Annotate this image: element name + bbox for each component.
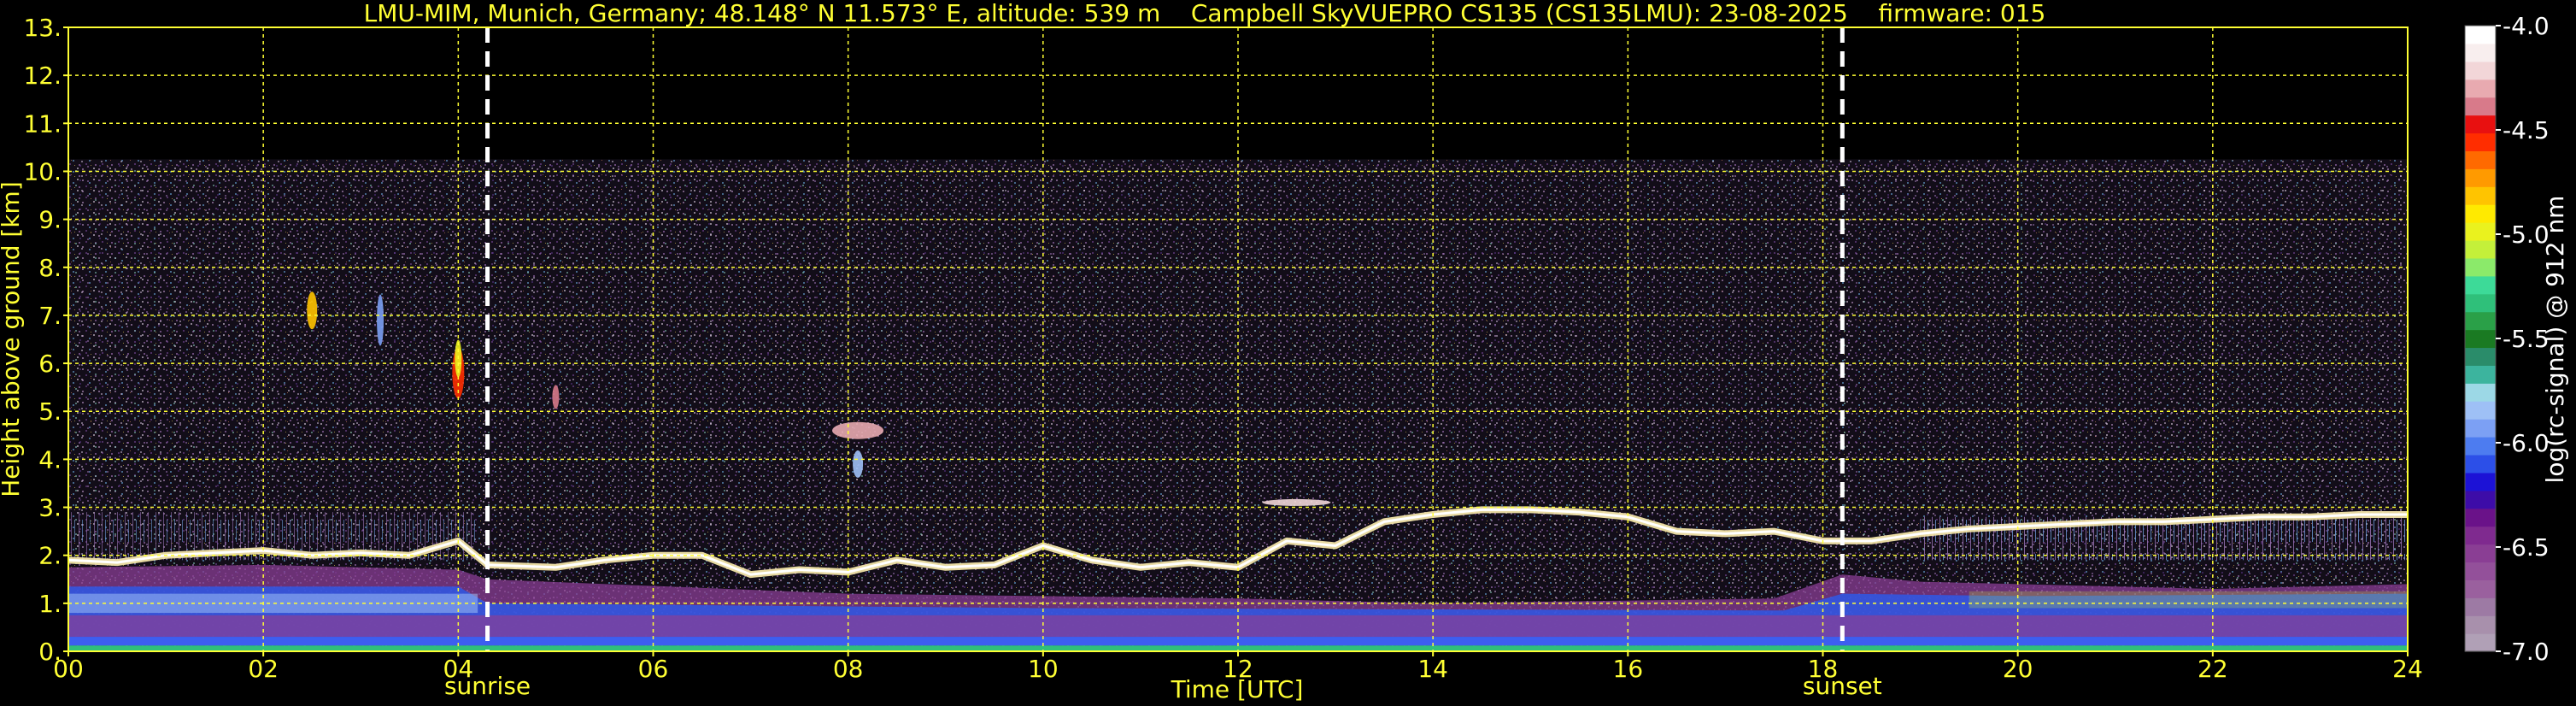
x-tick-label: 06 <box>638 655 669 683</box>
x-tick-label: 04 <box>443 655 474 683</box>
colorbar-swatch <box>2465 186 2496 205</box>
chart-title: LMU-MIM, Munich, Germany; 48.148° N 11.5… <box>363 0 2046 27</box>
colorbar-swatch <box>2465 204 2496 223</box>
ceilometer-chart: sunrise sunset00 02 04 06 08 10 12 14 16 18 20 22 240… <box>0 12 2569 703</box>
colorbar-swatch <box>2465 365 2496 384</box>
colorbar-swatch <box>2465 97 2496 116</box>
x-tick-label: 08 <box>833 655 864 683</box>
cloud-feature <box>307 291 318 330</box>
colorbar-swatch <box>2465 419 2496 438</box>
colorbar-swatch <box>2465 275 2496 295</box>
colorbar-swatch <box>2465 257 2496 277</box>
colorbar-swatch <box>2465 222 2496 241</box>
y-tick-label: 7. <box>38 302 62 330</box>
colorbar-tick-label: -6.5 <box>2503 533 2550 562</box>
colorbar-swatch <box>2465 132 2496 151</box>
y-tick-label: 12. <box>23 62 62 90</box>
x-tick-label: 20 <box>2003 655 2033 683</box>
colorbar-swatch <box>2465 597 2496 616</box>
colorbar-tick-label: -4.0 <box>2503 12 2550 40</box>
colorbar: -4.0-4.5-5.0-5.5-6.0-6.5-7.0log(rc-signa… <box>2464 12 2569 666</box>
y-tick-label: 11. <box>23 109 62 138</box>
aerosol-layer <box>1969 591 2408 609</box>
x-tick-label: 22 <box>2198 655 2228 683</box>
colorbar-swatch <box>2465 633 2496 652</box>
colorbar-swatch <box>2465 26 2496 44</box>
colorbar-swatch <box>2465 580 2496 598</box>
colorbar-swatch <box>2465 472 2496 491</box>
colorbar-swatch <box>2465 454 2496 474</box>
plot-area: sunrise sunset00 02 04 06 08 10 12 14 16 18 20 22 240… <box>0 14 2423 703</box>
colorbar-swatch <box>2465 329 2496 349</box>
colorbar-swatch <box>2465 168 2496 187</box>
aerosol-layer <box>68 593 478 614</box>
y-tick-label: 6. <box>38 350 62 378</box>
cloud-feature <box>853 450 864 478</box>
colorbar-swatch <box>2465 526 2496 545</box>
colorbar-swatch <box>2465 544 2496 563</box>
cloud-feature <box>552 385 560 409</box>
x-tick-label: 14 <box>1417 655 1448 683</box>
colorbar-swatch <box>2465 293 2496 313</box>
colorbar-swatch <box>2465 615 2496 634</box>
colorbar-swatch <box>2465 115 2496 134</box>
colorbar-label: log(rc-signal) @ 912 nm <box>2541 196 2569 484</box>
colorbar-tick-label: -4.5 <box>2503 116 2550 144</box>
colorbar-swatch <box>2465 150 2496 169</box>
y-tick-label: 3. <box>38 494 62 522</box>
colorbar-swatch <box>2465 43 2496 62</box>
y-tick-label: 0. <box>38 638 62 666</box>
colorbar-swatch <box>2465 383 2496 402</box>
y-tick-label: 2. <box>38 542 62 570</box>
colorbar-swatch <box>2465 347 2496 366</box>
colorbar-swatch <box>2465 490 2496 509</box>
colorbar-swatch <box>2465 239 2496 259</box>
x-tick-label: 16 <box>1613 655 1644 683</box>
colorbar-swatch <box>2465 508 2496 527</box>
colorbar-swatch <box>2465 437 2496 456</box>
x-tick-label: 18 <box>1808 655 1839 683</box>
y-tick-label: 9. <box>38 206 62 234</box>
colorbar-swatch <box>2465 61 2496 80</box>
cloud-feature <box>1262 498 1331 506</box>
y-tick-label: 4. <box>38 445 62 474</box>
cloud-feature <box>832 421 884 439</box>
x-tick-label: 24 <box>2392 655 2423 683</box>
x-tick-label: 10 <box>1028 655 1059 683</box>
x-tick-label: 02 <box>248 655 279 683</box>
colorbar-swatch <box>2465 562 2496 580</box>
cloud-feature <box>377 294 384 346</box>
x-axis-label: Time [UTC] <box>1171 675 1304 703</box>
colorbar-swatch <box>2465 79 2496 98</box>
colorbar-tick-label: -7.0 <box>2503 638 2550 666</box>
y-tick-label: 5. <box>38 397 62 426</box>
y-tick-label: 1. <box>38 590 62 618</box>
colorbar-swatch <box>2465 401 2496 420</box>
y-tick-label: 10. <box>23 157 62 185</box>
y-axis-label: Height above ground [km] <box>0 181 25 497</box>
y-tick-label: 8. <box>38 254 62 282</box>
colorbar-swatch <box>2465 311 2496 331</box>
